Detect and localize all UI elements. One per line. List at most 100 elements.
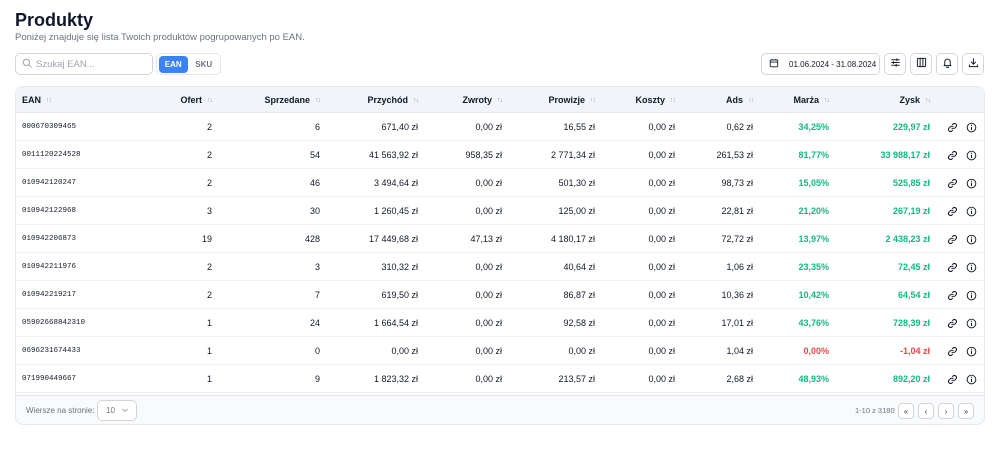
cell-sprzedane: 54 (309, 150, 320, 160)
link-icon[interactable] (945, 148, 959, 162)
info-icon[interactable] (964, 148, 978, 162)
info-icon[interactable] (964, 176, 978, 190)
cell-zwroty: 0,00 zł (475, 318, 502, 328)
col-zysk[interactable]: Zysk ↑↓ (846, 87, 931, 113)
cell-ads: 0,62 zł (726, 122, 753, 132)
info-icon[interactable] (964, 288, 978, 302)
cell-przychod: 0,00 zł (391, 346, 418, 356)
info-icon[interactable] (964, 260, 978, 274)
col-marza[interactable]: Marża ↑↓ (761, 87, 830, 113)
columns-icon (916, 55, 927, 73)
prev-page-button[interactable]: ‹ (918, 403, 934, 419)
cell-ads: 261,53 zł (716, 150, 753, 160)
cell-zysk: 2 438,23 zł (885, 234, 930, 244)
col-ofert[interactable]: Ofert ↑↓ (116, 87, 213, 113)
rows-per-page-select[interactable]: 10 (97, 400, 137, 421)
info-icon[interactable] (964, 120, 978, 134)
link-icon[interactable] (945, 260, 959, 274)
link-icon[interactable] (945, 232, 959, 246)
col-ads[interactable]: Ads ↑↓ (681, 87, 754, 113)
table-row[interactable]: 0696231674433 1 0 0,00 zł 0,00 zł 0,00 zł 0,00… (16, 337, 984, 365)
download-button[interactable] (962, 53, 984, 75)
cell-zysk: 267,19 zł (892, 206, 930, 216)
table-row[interactable]: 05902668842310 1 24 1 664,54 zł 0,00 zł 92,58… (16, 309, 984, 337)
cell-koszty: 0,00 zł (648, 346, 675, 356)
table-row[interactable]: 010942219217 2 7 619,50 zł 0,00 zł 86,87 zł 0,… (16, 281, 984, 309)
cell-zwroty: 0,00 zł (475, 262, 502, 272)
toggle-ean[interactable]: EAN (159, 55, 188, 73)
cell-ofert: 2 (206, 262, 212, 272)
notifications-button[interactable] (936, 53, 958, 75)
link-icon[interactable] (945, 344, 959, 358)
table-row[interactable]: 010942120247 2 46 3 494,64 zł 0,00 zł 501,30 … (16, 169, 984, 197)
sort-icon: ↑↓ (925, 96, 931, 104)
cell-zysk: 72,45 zł (897, 262, 930, 272)
table-row[interactable]: 0011120224528 2 54 41 563,92 zł 958,35 zł 2 7… (16, 141, 984, 169)
cell-ean: 010942219217 (22, 291, 77, 299)
table-row[interactable]: 010942206873 19 428 17 449,68 zł 47,13 zł 4 1… (16, 225, 984, 253)
col-sprzedane[interactable]: Sprzedane ↑↓ (216, 87, 321, 113)
columns-button[interactable] (910, 53, 932, 75)
link-icon[interactable] (945, 288, 959, 302)
toggle-sku[interactable]: SKU (190, 56, 219, 73)
cell-marza: 10,42% (798, 290, 829, 300)
cell-przychod: 41 563,92 zł (368, 150, 418, 160)
link-icon[interactable] (945, 372, 959, 386)
cell-prowizje: 92,58 zł (563, 318, 595, 328)
table-row[interactable]: 010942211976 2 3 310,32 zł 0,00 zł 40,64 zł 0,… (16, 253, 984, 281)
link-icon[interactable] (945, 120, 959, 134)
col-zwroty[interactable]: Zwroty ↑↓ (426, 87, 503, 113)
cell-sprzedane: 24 (309, 318, 320, 328)
filters-button[interactable] (884, 53, 906, 75)
link-icon[interactable] (945, 176, 959, 190)
first-page-button[interactable]: « (898, 403, 914, 419)
info-icon[interactable] (964, 232, 978, 246)
cell-prowizje: 0,00 zł (568, 346, 595, 356)
cell-sprzedane: 30 (309, 206, 320, 216)
next-page-button[interactable]: › (938, 403, 954, 419)
cell-prowizje: 86,87 zł (563, 290, 595, 300)
search-input[interactable] (36, 58, 146, 70)
cell-prowizje: 16,55 zł (563, 122, 595, 132)
rows-per-page-label: Wiersze na stronie: (26, 406, 95, 415)
cell-koszty: 0,00 zł (648, 290, 675, 300)
table-row[interactable]: 010942122968 3 30 1 260,45 zł 0,00 zł 125,00 … (16, 197, 984, 225)
page-subtitle: Poniżej znajduje się lista Twoich produk… (15, 32, 305, 43)
cell-koszty: 0,00 zł (648, 262, 675, 272)
cell-zysk: 892,20 zł (892, 374, 930, 384)
cell-zwroty: 0,00 zł (475, 346, 502, 356)
last-page-button[interactable]: » (958, 403, 974, 419)
cell-koszty: 0,00 zł (648, 234, 675, 244)
cell-zwroty: 0,00 zł (475, 122, 502, 132)
cell-ofert: 19 (201, 234, 212, 244)
cell-ads: 98,73 zł (721, 178, 753, 188)
cell-marza: 15,05% (798, 178, 829, 188)
table-row[interactable]: 071990449667 1 9 1 823,32 zł 0,00 zł 213,57 z… (16, 365, 984, 393)
search-icon (22, 55, 32, 73)
cell-prowizje: 213,57 zł (558, 374, 595, 384)
info-icon[interactable] (964, 372, 978, 386)
info-icon[interactable] (964, 204, 978, 218)
col-prowizje[interactable]: Prowizje ↑↓ (506, 87, 596, 113)
link-icon[interactable] (945, 204, 959, 218)
info-icon[interactable] (964, 316, 978, 330)
cell-ofert: 2 (206, 122, 212, 132)
cell-ads: 2,68 zł (726, 374, 753, 384)
search-box[interactable] (15, 53, 153, 75)
date-range-picker[interactable]: 01.06.2024 - 31.08.2024 (761, 53, 880, 75)
cell-zwroty: 958,35 zł (465, 150, 502, 160)
table-row[interactable]: 000670309465 2 6 671,40 zł 0,00 zł 16,55 zł 0,… (16, 113, 984, 141)
cell-marza: 21,20% (798, 206, 829, 216)
cell-zwroty: 0,00 zł (475, 206, 502, 216)
cell-koszty: 0,00 zł (648, 178, 675, 188)
col-ean[interactable]: EAN ↑↓ (22, 87, 112, 113)
col-przychod[interactable]: Przychód ↑↓ (326, 87, 419, 113)
cell-koszty: 0,00 zł (648, 318, 675, 328)
table-header: EAN ↑↓ Ofert ↑↓ Sprzedane ↑↓ Przychód ↑↓ Zwr… (16, 87, 984, 113)
info-icon[interactable] (964, 344, 978, 358)
cell-koszty: 0,00 zł (648, 150, 675, 160)
page-title: Produkty (15, 10, 94, 30)
rows-per-page-value: 10 (106, 406, 115, 415)
link-icon[interactable] (945, 316, 959, 330)
col-koszty[interactable]: Koszty ↑↓ (601, 87, 676, 113)
